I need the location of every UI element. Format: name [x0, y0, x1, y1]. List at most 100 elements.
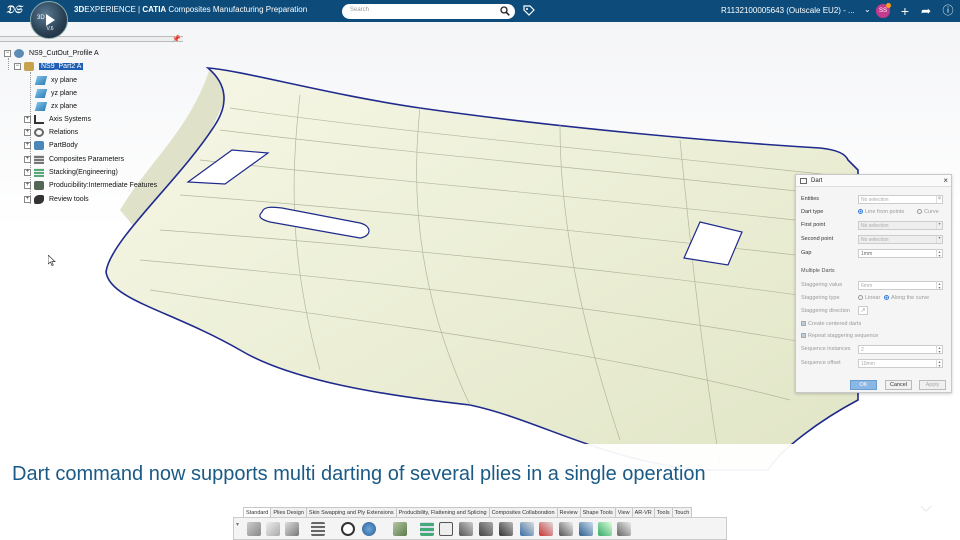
expand-icon[interactable]: +: [24, 156, 31, 163]
action-bar: ▾: [233, 517, 727, 540]
export-icon[interactable]: [578, 521, 594, 537]
compass-widget[interactable]: 3D V.6: [30, 1, 68, 39]
tree-item-composites-parameters[interactable]: + Composites Parameters: [24, 155, 124, 167]
update-icon[interactable]: [361, 521, 377, 537]
add-icon[interactable]: +: [897, 3, 913, 19]
sequence-instances-field[interactable]: 2 ▴ ▾: [858, 345, 943, 354]
chevron-down-icon[interactable]: ▾: [936, 222, 942, 229]
ply-icon[interactable]: [392, 521, 408, 537]
expand-icon[interactable]: +: [24, 182, 31, 189]
splice-icon[interactable]: [558, 521, 574, 537]
cancel-button[interactable]: Cancel: [885, 380, 912, 390]
repeat-staggering-checkbox[interactable]: Repeat staggering sequence: [801, 333, 878, 339]
sequence-offset-label: Sequence offset: [801, 360, 841, 366]
radio-icon: [858, 295, 863, 301]
second-point-field[interactable]: No selection ▾: [858, 235, 943, 244]
spinner-icon[interactable]: ▴ ▾: [936, 250, 942, 257]
relations-icon: [34, 128, 44, 137]
pin-icon[interactable]: 📌: [172, 35, 181, 43]
stacking-icon: [34, 168, 44, 177]
sequence-offset-field[interactable]: 10mm ▴ ▾: [858, 359, 943, 368]
staggering-along-curve-radio[interactable]: Along the curve: [884, 295, 929, 301]
ds-logo-icon[interactable]: 𝔇𝔖: [6, 3, 22, 17]
radio-icon: [884, 295, 889, 301]
expand-icon[interactable]: +: [24, 116, 31, 123]
checkbox-icon: [801, 333, 806, 339]
measure-icon[interactable]: [616, 521, 632, 537]
expand-icon[interactable]: +: [24, 196, 31, 203]
user-context[interactable]: R1132100005643 (Outscale EU2) - ...: [721, 6, 855, 15]
cut-icon[interactable]: [246, 521, 262, 537]
radio-icon: [917, 209, 922, 215]
dart-dialog: Dart × Entities No selection ◎ Dart type …: [795, 174, 952, 393]
multiple-darts-section: Multiple Darts: [801, 268, 835, 274]
apply-button[interactable]: Apply: [919, 380, 946, 390]
search-icon[interactable]: [500, 6, 510, 16]
paste-icon[interactable]: [284, 521, 300, 537]
copy-icon[interactable]: [265, 521, 281, 537]
checkbox-icon: [801, 321, 806, 327]
spinner-icon[interactable]: ▴ ▾: [936, 360, 942, 367]
expand-icon[interactable]: +: [24, 142, 31, 149]
dart-type-line-radio[interactable]: Line from points: [858, 209, 904, 215]
collapse-icon[interactable]: −: [4, 50, 11, 57]
stacking-tool-icon[interactable]: [419, 521, 435, 537]
entities-field[interactable]: No selection ◎: [858, 195, 943, 204]
create-centered-checkbox[interactable]: Create centered darts: [801, 321, 861, 327]
staggering-value-field[interactable]: 6mm ▴ ▾: [858, 281, 943, 290]
dart-tool-icon[interactable]: [498, 521, 514, 537]
chevron-down-icon[interactable]: ⌄: [864, 5, 871, 14]
tree-item-producibility[interactable]: + Producibility:Intermediate Features: [24, 181, 157, 193]
tree-item-axis-systems[interactable]: + Axis Systems: [24, 115, 91, 127]
tree-item-xy-plane[interactable]: xy plane: [34, 76, 77, 88]
staggering-direction-label: Staggering direction: [801, 308, 850, 314]
tree-part[interactable]: − NS9_Part2 A: [14, 62, 84, 74]
part-icon: [24, 62, 34, 71]
tag-icon[interactable]: [522, 4, 536, 18]
second-point-label: Second point: [801, 236, 834, 242]
tree-item-relations[interactable]: + Relations: [24, 128, 78, 140]
drape-icon[interactable]: [478, 521, 494, 537]
ok-button[interactable]: OK: [850, 380, 877, 390]
staggering-linear-radio[interactable]: Linear: [858, 295, 880, 301]
tree-list-icon[interactable]: [310, 521, 326, 537]
tree-item-yz-plane[interactable]: yz plane: [34, 89, 77, 101]
plane-icon: [34, 76, 48, 85]
dialog-header[interactable]: Dart ×: [796, 175, 951, 187]
entities-label: Entities: [801, 196, 820, 202]
first-point-field[interactable]: No selection ▾: [858, 221, 943, 230]
tree-header-bar[interactable]: [0, 36, 183, 42]
tree-root[interactable]: − NS9_CutOut_Profile A: [4, 49, 99, 61]
help-icon[interactable]: ⓘ: [940, 3, 956, 19]
dart-type-curve-radio[interactable]: Curve: [917, 209, 939, 215]
spinner-icon[interactable]: ▴ ▾: [936, 346, 942, 353]
staggering-type-label: Staggering type: [801, 295, 840, 301]
zoom-icon[interactable]: [340, 521, 356, 537]
close-icon[interactable]: ×: [943, 176, 948, 185]
review-icon[interactable]: [597, 521, 613, 537]
gap-field[interactable]: 1mm ▴ ▾: [858, 249, 943, 258]
spinner-icon[interactable]: ▴ ▾: [936, 282, 942, 289]
dart-type-label: Dart type: [801, 209, 824, 215]
tree-item-stacking[interactable]: + Stacking(Engineering): [24, 168, 118, 180]
rosette-icon[interactable]: [458, 521, 474, 537]
plane-icon: [34, 102, 48, 111]
flatten-icon[interactable]: [538, 521, 554, 537]
chevron-down-icon[interactable]: ▾: [236, 521, 239, 528]
collapse-icon[interactable]: −: [14, 63, 21, 70]
selection-icon[interactable]: ◎: [936, 196, 942, 203]
tree-item-partbody[interactable]: + PartBody: [24, 141, 78, 153]
notification-dot: [886, 3, 891, 8]
caption-text: Dart command now supports multi darting …: [12, 463, 706, 485]
direction-arrow-icon[interactable]: ↗: [858, 306, 868, 315]
search-input[interactable]: Search: [342, 4, 515, 19]
dialog-title: Dart: [811, 178, 823, 184]
expand-icon[interactable]: +: [24, 169, 31, 176]
cutout-icon[interactable]: [519, 521, 535, 537]
tree-item-review-tools[interactable]: + Review tools: [24, 195, 89, 207]
sketch-icon[interactable]: [438, 521, 454, 537]
tree-item-zx-plane[interactable]: zx plane: [34, 102, 77, 114]
share-icon[interactable]: ➦: [918, 3, 934, 19]
expand-icon[interactable]: +: [24, 129, 31, 136]
chevron-down-icon[interactable]: ▾: [936, 236, 942, 243]
